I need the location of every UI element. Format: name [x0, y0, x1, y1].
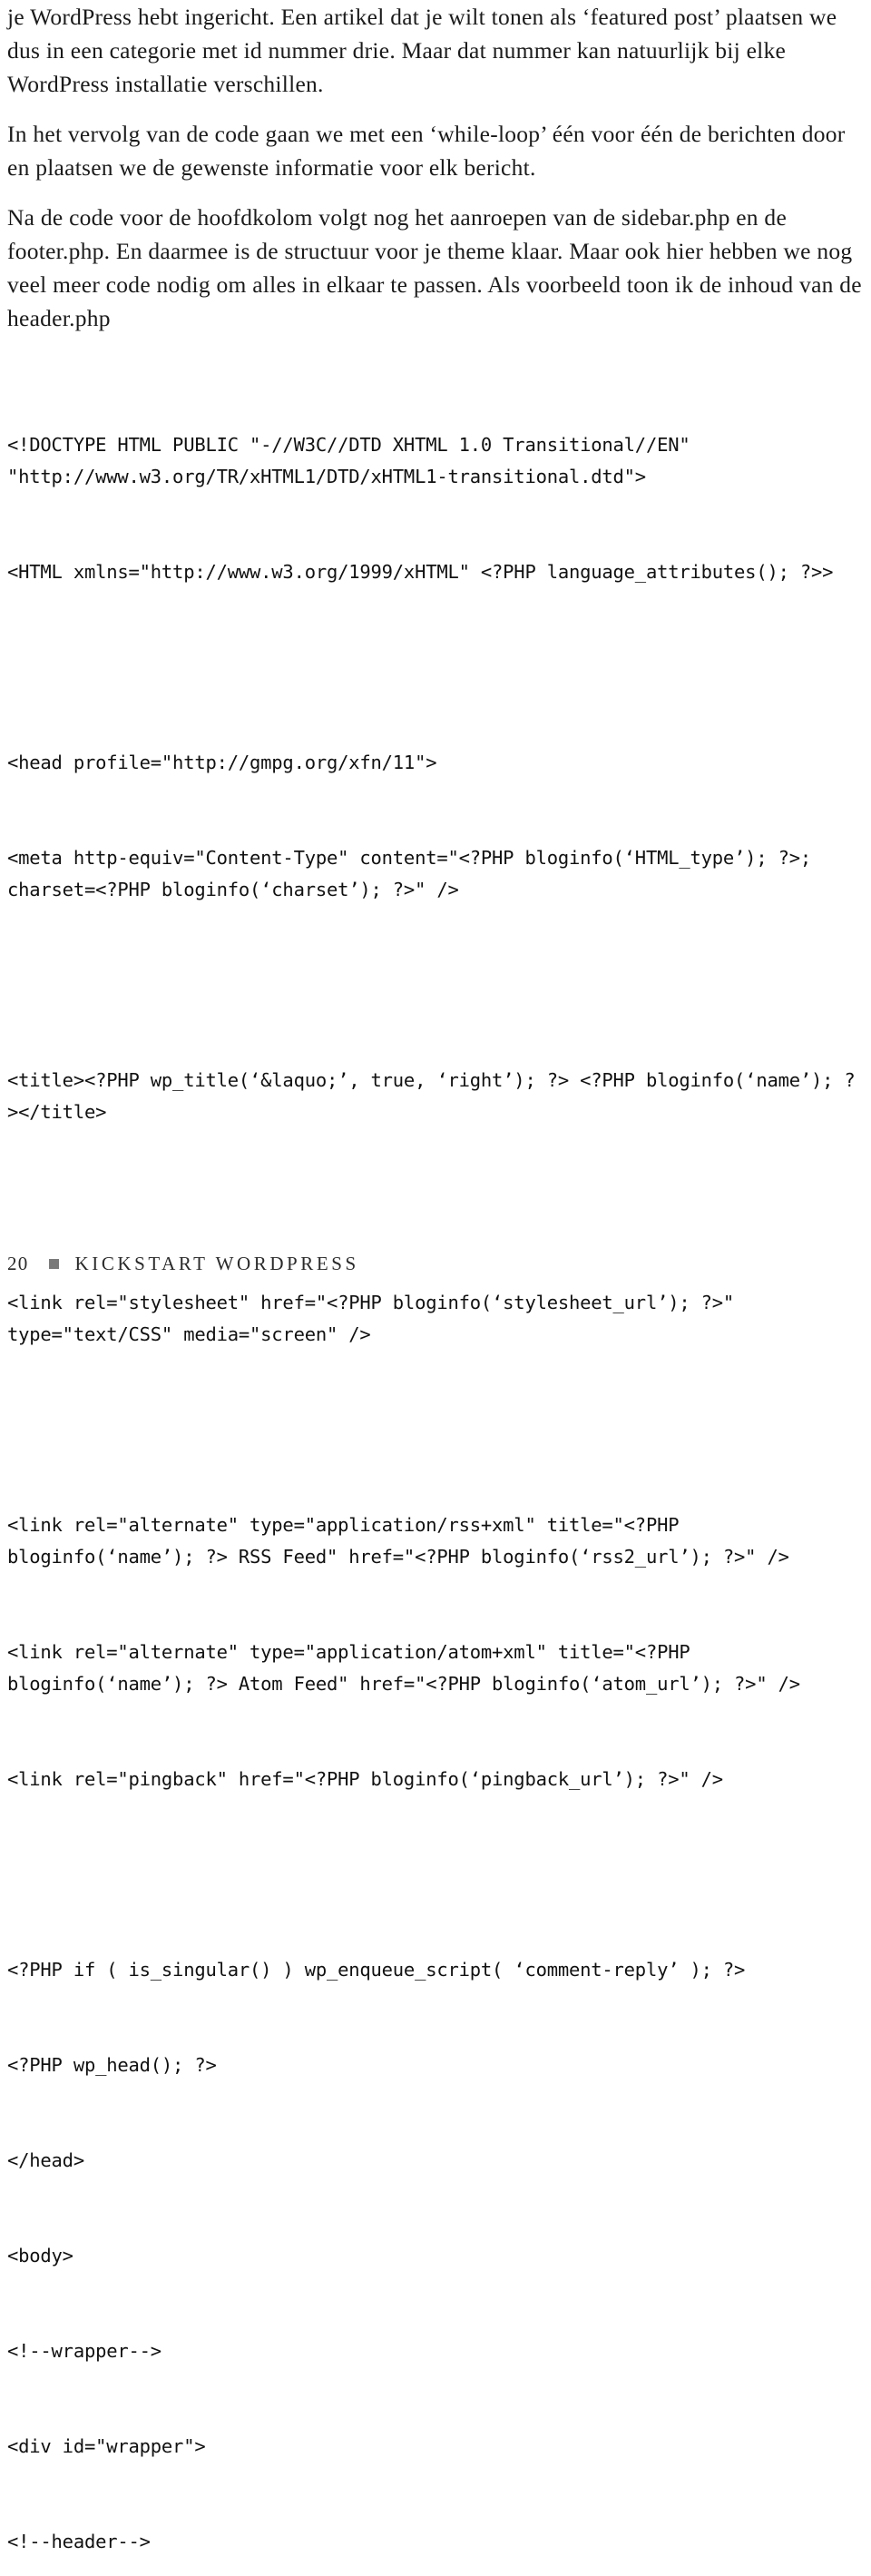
code-line: <meta http-equiv="Content-Type" content=… — [7, 847, 823, 900]
code-line: <?PHP if ( is_singular() ) wp_enqueue_sc… — [7, 1959, 746, 1981]
code-line: <?PHP wp_head(); ?> — [7, 2054, 217, 2076]
code-line: <!--wrapper--> — [7, 2340, 161, 2362]
code-line: <link rel="pingback" href="<?PHP bloginf… — [7, 1768, 723, 1790]
paragraph: je WordPress hebt ingericht. Een artikel… — [7, 4, 837, 97]
body-text-block: je WordPress hebt ingericht. Een artikel… — [7, 0, 864, 335]
code-line: <!--header--> — [7, 2531, 151, 2552]
running-title: Kickstart Wordpress — [74, 1253, 359, 1274]
prose-code-spacer — [7, 335, 864, 366]
code-line: </head> — [7, 2149, 84, 2171]
code-line: <title><?PHP wp_title(‘&laquo;’, true, ‘… — [7, 1069, 856, 1123]
paragraph: In het vervolg van de code gaan we met e… — [7, 121, 846, 181]
code-line: <link rel="stylesheet" href="<?PHP blogi… — [7, 1292, 746, 1345]
code-line: <head profile="http://gmpg.org/xfn/11"> — [7, 752, 437, 773]
code-listing: <!DOCTYPE HTML PUBLIC "-//W3C//DTD XHTML… — [7, 366, 864, 2576]
page-number: 20 — [7, 1253, 29, 1274]
code-line: <link rel="alternate" type="application/… — [7, 1514, 789, 1568]
code-line: <div id="wrapper"> — [7, 2435, 206, 2457]
code-line: <body> — [7, 2245, 73, 2266]
code-line: <link rel="alternate" type="application/… — [7, 1641, 800, 1695]
page-footer: 20 Kickstart Wordpress — [7, 1253, 359, 1275]
document-page: je WordPress hebt ingericht. Een artikel… — [0, 0, 871, 2552]
square-marker-icon — [48, 1259, 59, 1269]
code-line: <!DOCTYPE HTML PUBLIC "-//W3C//DTD XHTML… — [7, 434, 701, 487]
paragraph: Na de code voor de hoofdkolom volgt nog … — [7, 204, 862, 331]
code-line: <HTML xmlns="http://www.w3.org/1999/xHTM… — [7, 561, 834, 583]
